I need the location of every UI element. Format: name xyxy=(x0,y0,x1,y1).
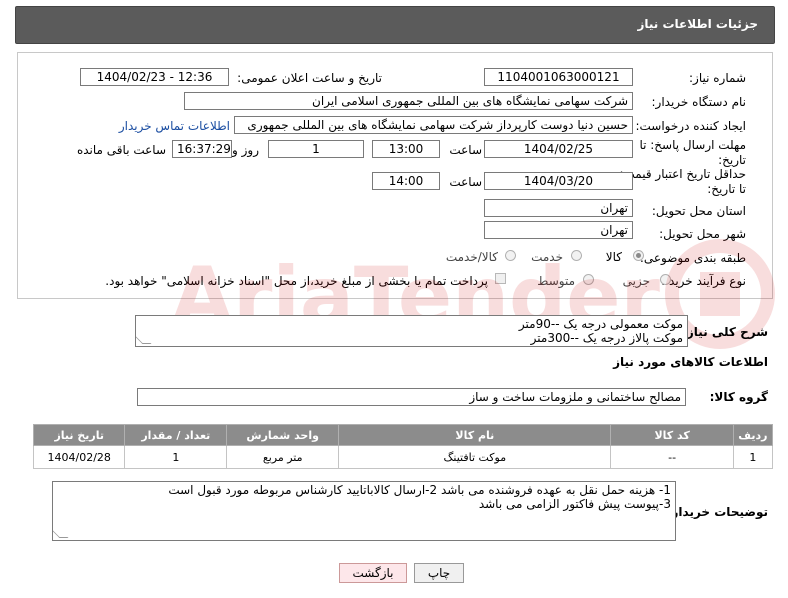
price-validity-label-2: تا تاریخ: xyxy=(707,182,746,196)
announce-field: 1404/02/23 - 12:36 xyxy=(80,68,229,86)
remaining-label: ساعت باقی مانده xyxy=(76,143,166,157)
buyer-notes-label: توضیحات خریدار: xyxy=(666,505,768,519)
cell-need-date: 1404/02/28 xyxy=(32,445,126,469)
summary-textarea[interactable]: موکت معمولی درجه یک --90متر موکت پالاز د… xyxy=(135,315,688,347)
goods-section-title: اطلاعات کالاهای مورد نیاز xyxy=(613,355,768,369)
process-minor-radio[interactable] xyxy=(660,274,671,285)
goods-group-field: مصالح ساختمانی و ملزومات ساخت و ساز xyxy=(137,388,686,406)
items-table: ردیف کد کالا نام کالا واحد شمارش تعداد /… xyxy=(32,424,774,469)
process-minor-label: جزیی xyxy=(622,274,650,288)
buyer-notes-line-2: 3-پیوست پیش فاکتور الزامی می باشد xyxy=(478,497,671,511)
days-label: روز و xyxy=(232,143,259,157)
goods-group-label: گروه کالا: xyxy=(709,390,768,404)
cell-name: موکت تافتینگ xyxy=(338,445,612,469)
requester-field: حسین دنیا دوست کارپرداز شرکت سهامی نمایش… xyxy=(234,116,633,134)
category-goods-radio[interactable] xyxy=(633,250,644,261)
price-validity-time-label: ساعت xyxy=(449,175,482,189)
announce-label: تاریخ و ساعت اعلان عمومی: xyxy=(237,71,382,85)
cell-unit: متر مربع xyxy=(226,445,340,469)
buyer-notes-line-1: 1- هزینه حمل نقل به عهده فروشنده می باشد… xyxy=(168,483,671,497)
col-code: کد کالا xyxy=(610,424,734,446)
treasury-payment-note: پرداخت تمام یا بخشی از مبلغ خرید،از محل … xyxy=(105,274,488,288)
deadline-date-field: 1404/02/25 xyxy=(484,140,633,158)
process-medium-radio[interactable] xyxy=(583,274,594,285)
buyer-org-label: نام دستگاه خریدار: xyxy=(651,95,747,109)
deadline-label-1: مهلت ارسال پاسخ: تا xyxy=(639,138,746,152)
col-need-date: تاریخ نیاز xyxy=(32,424,126,446)
price-validity-date-field: 1404/03/20 xyxy=(484,172,633,190)
summary-label: شرح کلی نیاز: xyxy=(682,325,768,339)
col-name: نام کالا xyxy=(338,424,612,446)
deadline-time-label: ساعت xyxy=(449,143,482,157)
price-validity-label-1: حداقل تاریخ اعتبار قیمت: xyxy=(619,167,746,181)
category-goods-service-label: کالا/خدمت xyxy=(445,250,498,264)
deadline-time-field: 13:00 xyxy=(372,140,440,158)
remaining-time-field: 16:37:29 xyxy=(172,140,232,158)
table-row: 1 -- موکت تافتینگ متر مربع 1 1404/02/28 xyxy=(32,445,774,469)
treasury-payment-checkbox[interactable] xyxy=(495,273,506,284)
deadline-label-2: تاریخ: xyxy=(718,153,746,167)
city-label: شهر محل تحویل: xyxy=(659,227,746,241)
buyer-org-field: شرکت سهامی نمایشگاه های بین المللی جمهور… xyxy=(184,92,633,110)
col-row: ردیف xyxy=(732,424,774,446)
category-service-label: خدمت xyxy=(531,250,563,264)
summary-line-1: موکت معمولی درجه یک --90متر xyxy=(518,317,683,331)
price-validity-time-field: 14:00 xyxy=(372,172,440,190)
print-button[interactable]: چاپ xyxy=(414,563,464,583)
category-goods-label: کالا xyxy=(605,250,622,264)
table-header-row: ردیف کد کالا نام کالا واحد شمارش تعداد /… xyxy=(32,424,774,446)
buyer-contact-link[interactable]: اطلاعات تماس خریدار xyxy=(119,119,230,133)
col-unit: واحد شمارش xyxy=(226,424,340,446)
category-goods-service-radio[interactable] xyxy=(505,250,516,261)
col-quantity: تعداد / مقدار xyxy=(124,424,228,446)
buyer-notes-textarea[interactable]: 1- هزینه حمل نقل به عهده فروشنده می باشد… xyxy=(52,481,676,541)
category-label: طبقه بندی موضوعی: xyxy=(639,251,746,265)
page-title: جزئیات اطلاعات نیاز xyxy=(637,17,758,31)
category-service-radio[interactable] xyxy=(571,250,582,261)
process-medium-label: متوسط xyxy=(537,274,575,288)
city-field: تهران xyxy=(484,221,633,239)
requester-label: ایجاد کننده درخواست: xyxy=(635,119,746,133)
cell-code: -- xyxy=(610,445,734,469)
need-number-field: 1104001063000121 xyxy=(484,68,633,86)
back-button[interactable]: بازگشت xyxy=(339,563,407,583)
days-field: 1 xyxy=(268,140,364,158)
page-header: جزئیات اطلاعات نیاز xyxy=(15,6,775,44)
province-label: استان محل تحویل: xyxy=(651,204,746,218)
province-field: تهران xyxy=(484,199,633,217)
need-number-label: شماره نیاز: xyxy=(689,71,746,85)
summary-line-2: موکت پالاز درجه یک --300متر xyxy=(530,331,683,345)
resize-grip-icon[interactable] xyxy=(53,529,69,538)
cell-row: 1 xyxy=(732,445,774,469)
process-label: نوع فرآیند خرید : xyxy=(661,274,746,288)
cell-quantity: 1 xyxy=(124,445,228,469)
